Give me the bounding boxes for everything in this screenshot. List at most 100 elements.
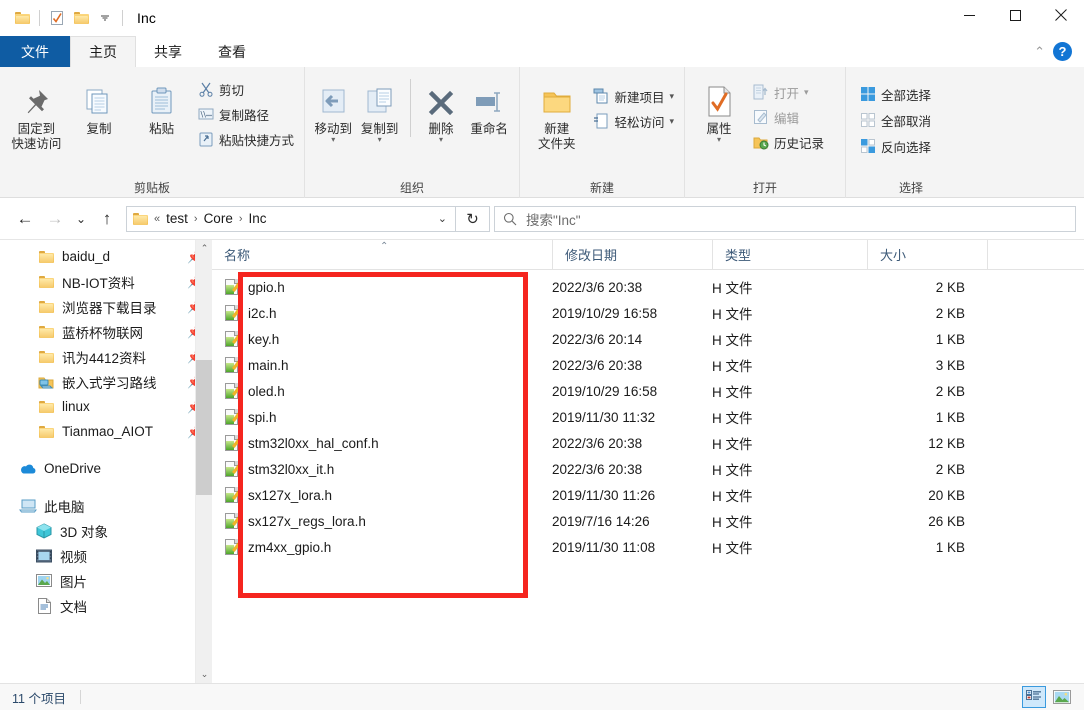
file-type-cell: H 文件 (712, 437, 753, 452)
up-button[interactable]: ↑ (92, 204, 122, 234)
sidebar-item-linux[interactable]: linux 📌 (0, 394, 212, 419)
navigation-pane: baidu_d 📌 NB-IOT资料 📌 浏览器下载目录 📌 蓝桥杯物联网 📌 (0, 240, 212, 683)
collapse-ribbon-icon[interactable]: ⌃ (1034, 44, 1045, 60)
copy-to-caret-icon[interactable]: ▾ (378, 136, 382, 144)
close-button[interactable] (1038, 0, 1084, 30)
easy-access-button[interactable]: 轻松访问 ▾ (589, 110, 678, 132)
column-header-filler (987, 239, 1084, 270)
delete-button[interactable]: 删除 ▾ (419, 73, 463, 144)
column-header-type[interactable]: 类型 (712, 239, 867, 270)
back-button[interactable]: ← (10, 204, 40, 234)
tab-share[interactable]: 共享 (136, 36, 200, 67)
table-row[interactable]: spi.h 2019/11/30 11:32 H 文件 1 KB (212, 404, 1084, 430)
help-icon[interactable]: ? (1053, 42, 1072, 61)
move-to-button[interactable]: 移动到 ▾ (311, 73, 355, 144)
move-to-caret-icon[interactable]: ▾ (331, 136, 335, 144)
easy-access-caret-icon[interactable]: ▾ (669, 116, 674, 127)
new-item-button[interactable]: 新建项目 ▾ (589, 85, 678, 107)
properties-check-icon[interactable] (45, 6, 69, 30)
table-row[interactable]: zm4xx_gpio.h 2019/11/30 11:08 H 文件 1 KB (212, 534, 1084, 560)
sidebar-item-baidu-d[interactable]: baidu_d 📌 (0, 244, 212, 269)
minimize-button[interactable] (946, 0, 992, 30)
file-date-cell: 2019/10/29 16:58 (552, 383, 658, 399)
search-box[interactable]: 搜索"Inc" (494, 205, 1076, 232)
recent-locations-button[interactable]: ⌄ (70, 204, 92, 234)
scrollbar-thumb[interactable] (196, 360, 212, 495)
tab-view[interactable]: 查看 (200, 36, 264, 67)
table-row[interactable]: sx127x_lora.h 2019/11/30 11:26 H 文件 20 K… (212, 482, 1084, 508)
table-row[interactable]: key.h 2022/3/6 20:14 H 文件 1 KB (212, 326, 1084, 352)
properties-caret-icon[interactable]: ▾ (717, 136, 721, 144)
sidebar-item-xunwei-4412[interactable]: 讯为4412资料 📌 (0, 344, 212, 369)
sidebar-item-pictures[interactable]: 图片 (0, 568, 212, 593)
table-row[interactable]: stm32l0xx_hal_conf.h 2022/3/6 20:38 H 文件… (212, 430, 1084, 456)
quick-access-dropdown-icon[interactable] (93, 6, 117, 30)
cut-button[interactable]: 剪切 (194, 78, 298, 100)
file-name-cell: stm32l0xx_hal_conf.h (212, 430, 552, 456)
paste-button[interactable]: 粘贴 (131, 73, 192, 137)
new-folder-button[interactable]: 新建 文件夹 (526, 73, 587, 152)
invert-selection-button[interactable]: 反向选择 (856, 135, 935, 157)
forward-button[interactable]: → (40, 204, 70, 234)
file-name-cell: i2c.h (212, 300, 552, 326)
open-caret-icon[interactable]: ▾ (804, 87, 809, 98)
edit-button[interactable]: 编辑 (749, 106, 828, 128)
sidebar-item-this-pc[interactable]: 此电脑 (0, 493, 212, 518)
file-rows: gpio.h 2022/3/6 20:38 H 文件 2 KB i2c.h 20… (212, 270, 1084, 560)
history-button[interactable]: 历史记录 (749, 131, 828, 153)
tab-file[interactable]: 文件 (0, 36, 70, 67)
breadcrumb-item-inc[interactable]: Inc (245, 211, 271, 226)
maximize-button[interactable] (992, 0, 1038, 30)
table-row[interactable]: main.h 2022/3/6 20:38 H 文件 3 KB (212, 352, 1084, 378)
column-header-name[interactable]: ⌃ 名称 (212, 240, 552, 270)
navigation-pane-scrollbar[interactable]: ⌃ ⌄ (195, 240, 212, 683)
copy-path-button[interactable]: \\ 复制路径 (194, 103, 298, 125)
table-row[interactable]: oled.h 2019/10/29 16:58 H 文件 2 KB (212, 378, 1084, 404)
file-size-cell: 2 KB (935, 461, 965, 477)
breadcrumb-separator[interactable]: › (239, 213, 243, 225)
large-icons-view-button[interactable] (1050, 686, 1074, 708)
address-bar[interactable]: « test › Core › Inc ⌄ (126, 205, 456, 232)
paste-shortcut-button[interactable]: 粘贴快捷方式 (194, 128, 298, 150)
table-row[interactable]: gpio.h 2022/3/6 20:38 H 文件 2 KB (212, 274, 1084, 300)
open-button[interactable]: 打开 ▾ (749, 81, 828, 103)
scroll-up-button[interactable]: ⌃ (196, 240, 212, 257)
sidebar-item-tianmao-aiot[interactable]: Tianmao_AIOT 📌 (0, 419, 212, 444)
breadcrumb-separator[interactable]: › (194, 213, 198, 225)
tab-home[interactable]: 主页 (70, 36, 136, 67)
copy-button[interactable]: 复制 (69, 73, 130, 137)
sidebar-item-onedrive[interactable]: OneDrive (0, 456, 212, 481)
new-folder-icon[interactable] (69, 6, 93, 30)
column-header-date[interactable]: 修改日期 (552, 239, 712, 270)
sidebar-item-browser-downloads[interactable]: 浏览器下载目录 📌 (0, 294, 212, 319)
search-icon (503, 212, 517, 225)
table-row[interactable]: stm32l0xx_it.h 2022/3/6 20:38 H 文件 2 KB (212, 456, 1084, 482)
h-file-icon (224, 461, 241, 477)
pin-to-quick-access-button[interactable]: 固定到 快速访问 (6, 73, 67, 152)
refresh-button[interactable]: ↻ (456, 205, 490, 232)
sidebar-item-embedded-learning-path[interactable]: 嵌入式学习路线 📌 (0, 369, 212, 394)
rename-button[interactable]: 重命名 (465, 73, 513, 137)
table-row[interactable]: sx127x_regs_lora.h 2019/7/16 14:26 H 文件 … (212, 508, 1084, 534)
sidebar-item-videos[interactable]: 视频 (0, 543, 212, 568)
details-view-button[interactable] (1022, 686, 1046, 708)
breadcrumb-overflow-icon[interactable]: « (154, 213, 160, 225)
address-dropdown-icon[interactable]: ⌄ (434, 212, 451, 225)
scroll-down-button[interactable]: ⌄ (196, 666, 212, 683)
new-item-caret-icon[interactable]: ▾ (669, 91, 674, 102)
copy-to-button[interactable]: 复制到 ▾ (357, 73, 401, 144)
delete-caret-icon[interactable]: ▾ (439, 136, 443, 144)
select-none-button[interactable]: 全部取消 (856, 109, 935, 131)
table-row[interactable]: i2c.h 2019/10/29 16:58 H 文件 2 KB (212, 300, 1084, 326)
sidebar-item-3d-objects[interactable]: 3D 对象 (0, 518, 212, 543)
folder-icon[interactable] (10, 6, 34, 30)
sidebar-item-nbiot[interactable]: NB-IOT资料 📌 (0, 269, 212, 294)
sidebar-item-lanqiaobei-iot[interactable]: 蓝桥杯物联网 📌 (0, 319, 212, 344)
column-header-size[interactable]: 大小 (867, 239, 987, 270)
folder-icon (36, 325, 56, 338)
properties-button[interactable]: 属性 ▾ (691, 73, 747, 144)
select-all-button[interactable]: 全部选择 (856, 83, 935, 105)
sidebar-item-documents[interactable]: 文档 (0, 593, 212, 618)
breadcrumb-item-core[interactable]: Core (200, 211, 237, 226)
breadcrumb-item-test[interactable]: test (162, 211, 192, 226)
